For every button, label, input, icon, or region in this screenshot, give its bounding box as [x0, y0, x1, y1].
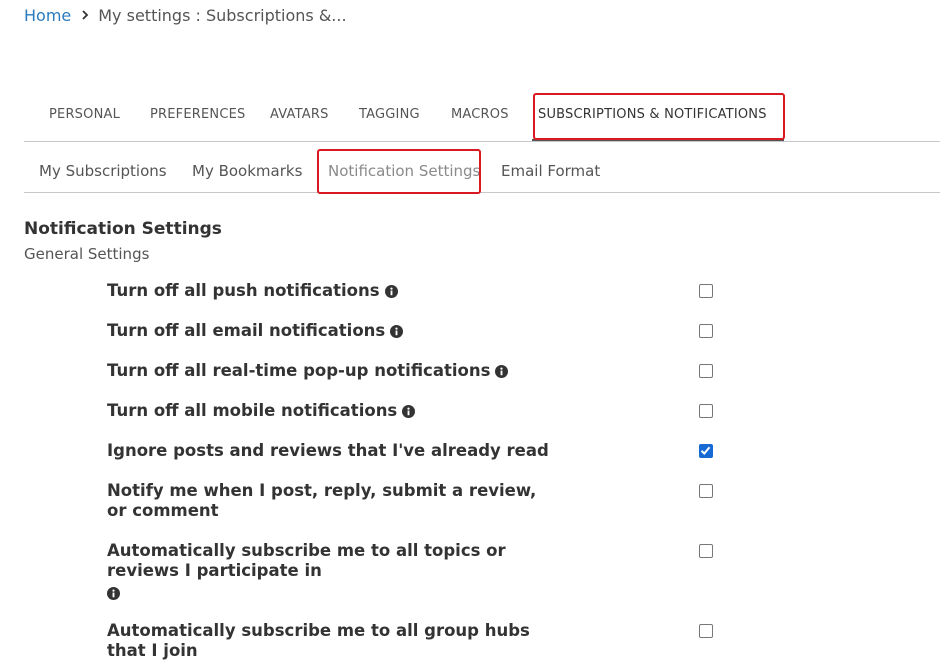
subtab-my-subscriptions[interactable]: My Subscriptions: [39, 162, 167, 180]
info-icon[interactable]: [402, 403, 416, 423]
setting-auto-subscribe-group-hubs: Automatically subscribe me to all group …: [107, 621, 567, 661]
setting-label: Turn off all email notifications: [107, 321, 386, 340]
info-icon[interactable]: [390, 323, 404, 343]
chevron-right-icon: [82, 10, 89, 20]
ignore-read-posts-checkbox[interactable]: [699, 444, 713, 458]
setting-label: Notify me when I post, reply, submit a r…: [107, 481, 537, 520]
section-subtitle: General Settings: [24, 245, 150, 263]
auto-subscribe-group-hubs-checkbox[interactable]: [699, 624, 713, 638]
mobile-notifications-checkbox[interactable]: [699, 404, 713, 418]
tab-avatars[interactable]: AVATARS: [270, 107, 329, 122]
setting-notify-own-posts: Notify me when I post, reply, submit a r…: [107, 481, 557, 521]
tab-personal[interactable]: PERSONAL: [49, 107, 120, 122]
email-notifications-checkbox[interactable]: [699, 324, 713, 338]
setting-ignore-read-posts: Ignore posts and reviews that I've alrea…: [107, 441, 567, 461]
tab-macros[interactable]: MACROS: [451, 107, 509, 122]
notify-own-posts-checkbox[interactable]: [699, 484, 713, 498]
popup-notifications-checkbox[interactable]: [699, 364, 713, 378]
push-notifications-checkbox[interactable]: [699, 284, 713, 298]
setting-label: Turn off all real-time pop-up notificati…: [107, 361, 491, 380]
highlight-box-notification-settings: [317, 149, 481, 194]
setting-email-notifications: Turn off all email notifications: [107, 321, 567, 343]
setting-label: Turn off all push notifications: [107, 281, 380, 300]
breadcrumb-home-link[interactable]: Home: [24, 6, 71, 25]
setting-label: Ignore posts and reviews that I've alrea…: [107, 441, 549, 460]
highlight-box-subscriptions-tab: [533, 93, 785, 140]
setting-label: Automatically subscribe me to all topics…: [107, 541, 506, 580]
tab-preferences[interactable]: PREFERENCES: [150, 107, 246, 122]
setting-label: Turn off all mobile notifications: [107, 401, 398, 420]
info-icon[interactable]: [107, 585, 507, 605]
setting-label: Automatically subscribe me to all group …: [107, 621, 530, 660]
subtab-my-bookmarks[interactable]: My Bookmarks: [192, 162, 302, 180]
auto-subscribe-topics-checkbox[interactable]: [699, 544, 713, 558]
setting-push-notifications: Turn off all push notifications: [107, 281, 567, 303]
main-tabs: PERSONAL PREFERENCES AVATARS TAGGING MAC…: [24, 96, 940, 142]
tab-tagging[interactable]: TAGGING: [359, 107, 420, 122]
check-icon: [700, 446, 711, 455]
setting-auto-subscribe-topics: Automatically subscribe me to all topics…: [107, 541, 507, 605]
section-title: Notification Settings: [24, 219, 222, 239]
sub-tabs: My Subscriptions My Bookmarks Notificati…: [24, 150, 940, 193]
setting-popup-notifications: Turn off all real-time pop-up notificati…: [107, 361, 567, 383]
info-icon[interactable]: [495, 363, 509, 383]
subtab-email-format[interactable]: Email Format: [501, 162, 600, 180]
breadcrumb-current: My settings : Subscriptions &...: [98, 5, 347, 25]
breadcrumb: Home My settings : Subscriptions &...: [24, 4, 347, 26]
setting-mobile-notifications: Turn off all mobile notifications: [107, 401, 567, 423]
info-icon[interactable]: [384, 283, 398, 303]
